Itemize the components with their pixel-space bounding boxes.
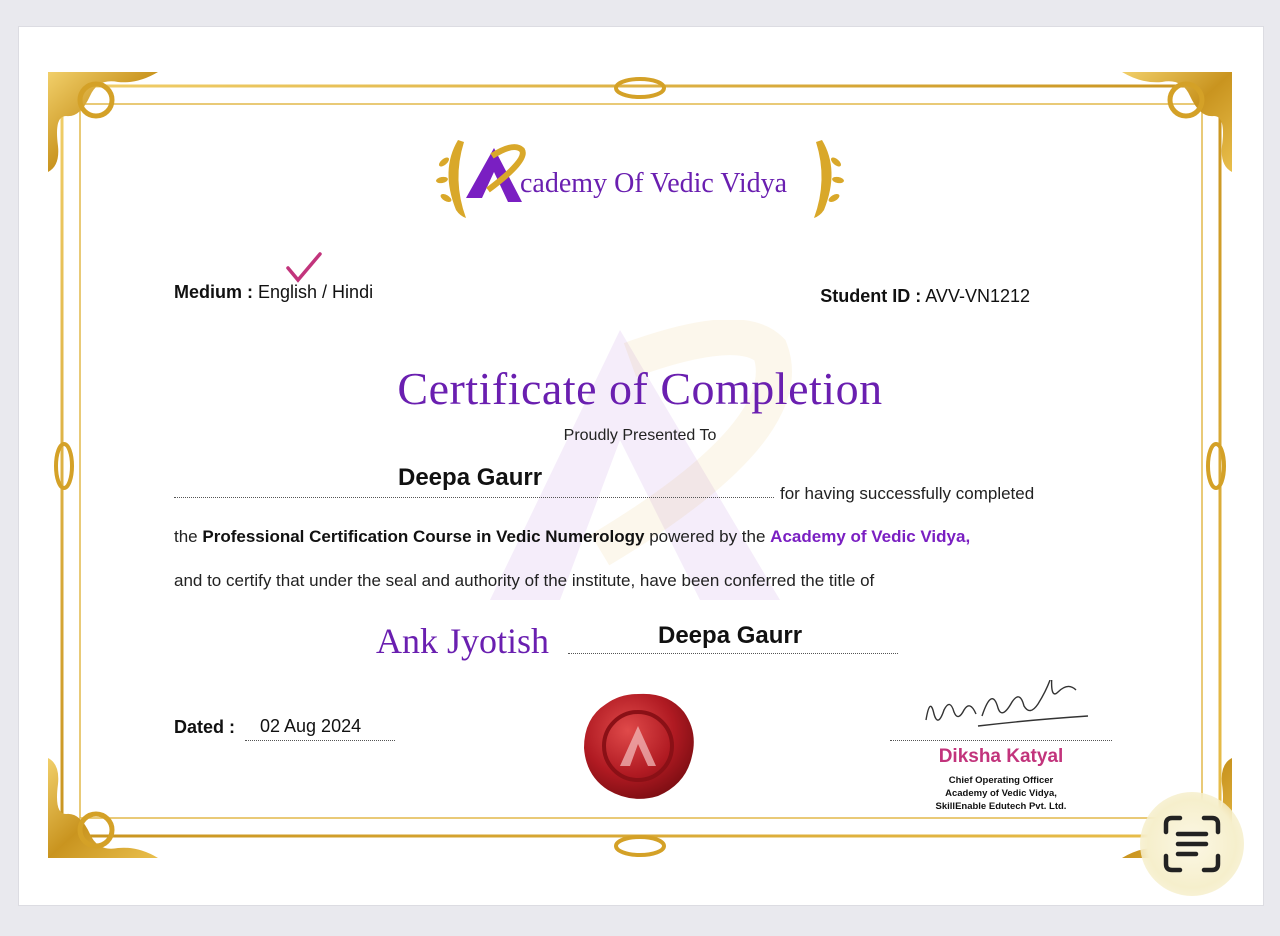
signature-dotted-line: [890, 740, 1112, 741]
body-line-b-mid: powered by the: [644, 527, 771, 546]
title-dotted-line: [568, 653, 898, 654]
student-id-field: Student ID : AVV-VN1212: [820, 286, 1030, 307]
medium-label: Medium :: [174, 282, 253, 302]
body-line-b-pre: the: [174, 527, 203, 546]
dated-dotted-line: [245, 740, 395, 741]
signer-org-2: SkillEnable Edutech Pvt. Ltd.: [935, 801, 1067, 812]
live-text-scan-button[interactable]: [1140, 792, 1244, 896]
signature: [925, 680, 1089, 727]
course-name: Professional Certification Course in Ved…: [202, 527, 645, 546]
conferred-title: Ank Jyotish: [376, 621, 550, 661]
recipient-name-repeat: Deepa Gaurr: [658, 622, 803, 649]
dated-label: Dated :: [174, 717, 236, 737]
checkmark-icon: [286, 252, 322, 283]
signer-info: Chief Operating Officer Academy of Vedic…: [890, 774, 1112, 813]
institute-name: Academy of Vedic Vidya,: [770, 527, 971, 546]
signer-org-1: Academy of Vedic Vidya,: [945, 788, 1057, 799]
medium-field: Medium : English / Hindi: [174, 282, 373, 303]
medium-options: English / Hindi: [258, 282, 374, 302]
recipient-name: Deepa Gaurr: [398, 464, 543, 491]
signer-role: Chief Operating Officer: [948, 775, 1054, 786]
dated-value: 02 Aug 2024: [260, 716, 362, 736]
student-id-value: AVV-VN1212: [925, 286, 1030, 306]
body-line-c: and to certify that under the seal and a…: [174, 571, 875, 590]
recipient-dotted-line: [174, 497, 774, 498]
live-text-scan-icon: [1163, 815, 1221, 873]
signer-name: Diksha Katyal: [938, 746, 1064, 767]
body-line-b: the Professional Certification Course in…: [174, 527, 970, 547]
academy-name: cademy Of Vedic Vidya: [520, 168, 788, 199]
presented-to: Proudly Presented To: [563, 427, 717, 444]
certificate-title: Certificate of Completion: [397, 363, 883, 414]
student-id-label: Student ID :: [820, 286, 922, 306]
wax-seal: [584, 693, 694, 799]
body-line-a: for having successfully completed: [780, 484, 1035, 503]
